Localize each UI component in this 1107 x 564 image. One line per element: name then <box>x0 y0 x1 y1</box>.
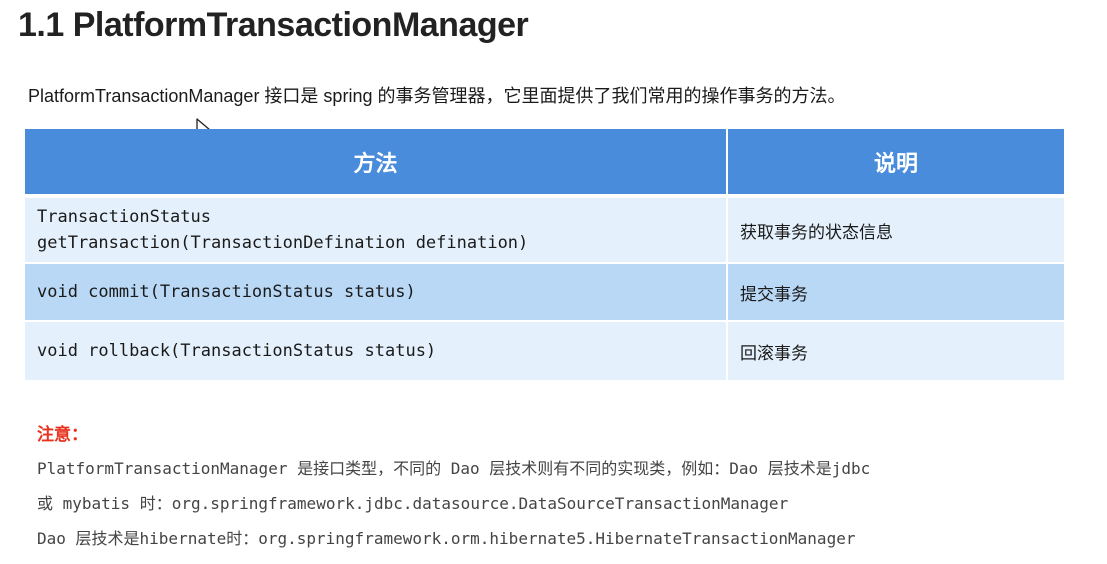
table-row: void commit(TransactionStatus status) 提交… <box>25 263 1064 322</box>
intro-paragraph: PlatformTransactionManager 接口是 spring 的事… <box>28 86 846 106</box>
method-description: 提交事务 <box>727 263 1064 322</box>
method-description: 回滚事务 <box>727 321 1064 382</box>
note-line: 或 mybatis 时：org.springframework.jdbc.dat… <box>37 494 789 513</box>
note-line: Dao 层技术是hibernate时：org.springframework.o… <box>37 529 856 548</box>
method-signature: void rollback(TransactionStatus status) <box>25 321 728 382</box>
method-signature: TransactionStatus getTransaction(Transac… <box>25 196 728 264</box>
method-signature: void commit(TransactionStatus status) <box>25 263 728 322</box>
table-header-row: 方法 说明 <box>25 129 1064 198</box>
methods-table: 方法 说明 TransactionStatus getTransaction(T… <box>25 129 1064 382</box>
note-title: 注意： <box>37 425 88 445</box>
column-header-description: 说明 <box>727 129 1064 198</box>
note-line: PlatformTransactionManager 是接口类型，不同的 Dao… <box>37 459 871 478</box>
method-description: 获取事务的状态信息 <box>727 196 1064 264</box>
column-header-method: 方法 <box>25 129 728 198</box>
table-row: void rollback(TransactionStatus status) … <box>25 321 1064 382</box>
table-row: TransactionStatus getTransaction(Transac… <box>25 196 1064 264</box>
page-heading: 1.1 PlatformTransactionManager <box>18 6 529 44</box>
